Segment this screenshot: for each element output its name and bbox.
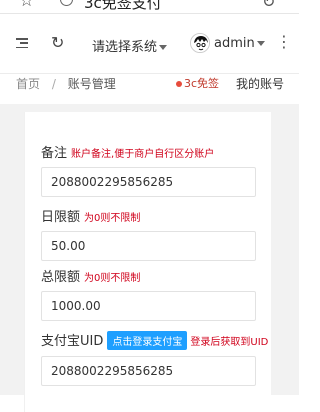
breadcrumb-current: 账号管理 — [67, 77, 116, 91]
note-hint: 账户备注,便于商户自行区分账户 — [71, 149, 215, 160]
alipay-uid-label: 支付宝UID — [41, 334, 104, 349]
note-field: 备注 账户备注,便于商户自行区分账户 2088002295856285 — [41, 142, 256, 197]
chevron-down-icon — [256, 41, 265, 46]
username: admin — [214, 36, 255, 51]
url-text[interactable]: 3c免签支付 — [84, 0, 162, 13]
browser-bar: ☆ 3c免签支付 ↻ — [0, 0, 299, 14]
more-vertical-icon[interactable]: ⋮ — [276, 32, 292, 51]
account-form-card: 备注 账户备注,便于商户自行区分账户 2088002295856285 日限额 为0… — [24, 112, 271, 412]
daily-limit-field: 日限额 为0则不限制 50.00 — [41, 206, 256, 261]
main-content: 备注 账户备注,便于商户自行区分账户 2088002295856285 日限额 为0… — [0, 104, 299, 412]
note-label: 备注 — [41, 146, 68, 161]
note-input[interactable]: 2088002295856285 — [41, 167, 256, 197]
system-select[interactable]: 请选择系统 — [92, 36, 168, 55]
brand-logo-icon — [176, 81, 182, 87]
breadcrumb-row: 首页 / 账号管理 3c免签 我的账号 — [0, 75, 299, 105]
tab-account[interactable]: 我的账号 — [236, 75, 284, 92]
total-limit-hint: 为0则不限制 — [84, 273, 141, 284]
tab-brand-label: 3c免签 — [184, 77, 220, 90]
user-menu[interactable]: admin — [214, 36, 265, 51]
browser-refresh-icon[interactable]: ↻ — [262, 0, 275, 11]
alipay-uid-input[interactable]: 2088002295856285 — [41, 356, 256, 386]
total-limit-input[interactable]: 1000.00 — [41, 291, 256, 321]
alipay-uid-field: 支付宝UID 点击登录支付宝 登录后获取到UID 2088002295856285 — [41, 330, 268, 386]
alipay-uid-hint: 登录后获取到UID — [190, 337, 269, 348]
chevron-down-icon — [159, 45, 168, 50]
breadcrumb-home[interactable]: 首页 — [16, 77, 40, 91]
refresh-icon[interactable]: ↻ — [51, 33, 64, 52]
breadcrumb-separator: / — [51, 77, 56, 91]
daily-limit-input[interactable]: 50.00 — [41, 231, 256, 261]
alipay-login-button[interactable]: 点击登录支付宝 — [107, 331, 188, 350]
star-icon[interactable]: ☆ — [19, 0, 34, 11]
total-limit-label: 总限额 — [41, 270, 81, 285]
avatar[interactable] — [190, 33, 210, 53]
daily-limit-hint: 为0则不限制 — [84, 213, 141, 224]
system-select-label: 请选择系统 — [92, 40, 158, 55]
tab-brand[interactable]: 3c免签 — [176, 75, 220, 91]
tab-account-label: 我的账号 — [236, 77, 285, 91]
breadcrumb: 首页 / 账号管理 — [16, 75, 116, 92]
lock-icon — [60, 0, 73, 6]
daily-limit-label: 日限额 — [41, 210, 81, 225]
app-header: ↻ 请选择系统 admin ⋮ — [0, 14, 299, 74]
total-limit-field: 总限额 为0则不限制 1000.00 — [41, 266, 256, 321]
menu-toggle-icon[interactable] — [16, 38, 28, 49]
